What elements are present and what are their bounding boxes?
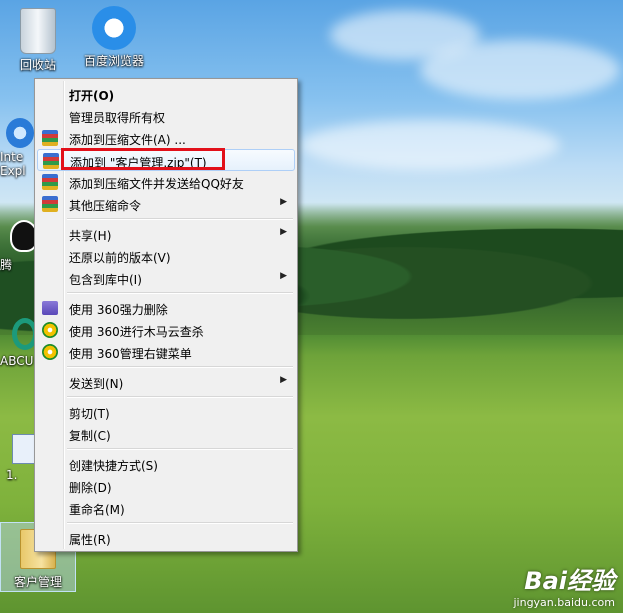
watermark-brand: Bai经验 xyxy=(524,567,615,595)
menu-item-label: 删除(D) xyxy=(69,481,112,495)
desktop-icon-label: 1. xyxy=(6,468,18,482)
360-icon xyxy=(42,344,58,360)
desktop-icon-ie[interactable]: Inte Expl xyxy=(0,118,34,178)
menu-separator xyxy=(67,366,293,368)
menu-item[interactable]: 还原以前的版本(V) xyxy=(37,245,295,267)
menu-separator xyxy=(67,448,293,450)
menu-item-label: 包含到库中(I) xyxy=(69,273,142,287)
desktop-icon-abc[interactable]: ABCU xyxy=(0,318,38,368)
desktop-icon-label: 腾 xyxy=(0,258,13,272)
menu-item[interactable]: 打开(O) xyxy=(37,83,295,105)
menu-item-label: 其他压缩命令 xyxy=(69,199,142,213)
recycle-bin-icon xyxy=(20,8,56,54)
menu-item-label: 使用 360强力删除 xyxy=(69,303,168,317)
menu-item[interactable]: 管理员取得所有权 xyxy=(37,105,295,127)
menu-item[interactable]: 添加到压缩文件并发送给QQ好友 xyxy=(37,171,295,193)
menu-item-label: 打开(O) xyxy=(69,89,115,103)
menu-item-label: 添加到压缩文件并发送给QQ好友 xyxy=(69,177,244,191)
360-icon xyxy=(42,322,58,338)
submenu-arrow-icon: ▶ xyxy=(280,227,287,237)
menu-item[interactable]: 其他压缩命令 ▶ xyxy=(37,193,295,215)
menu-item[interactable]: 属性(R) xyxy=(37,527,295,549)
menu-item[interactable]: 重命名(M) xyxy=(37,497,295,519)
watermark-url: jingyan.baidu.com xyxy=(513,596,615,609)
menu-item-label: 属性(R) xyxy=(69,533,111,547)
menu-item-label: 添加到压缩文件(A) ... xyxy=(69,133,186,147)
menu-item-label: 使用 360管理右键菜单 xyxy=(69,347,192,361)
submenu-arrow-icon: ▶ xyxy=(280,375,287,385)
menu-item-label: 创建快捷方式(S) xyxy=(69,459,158,473)
baidu-browser-icon xyxy=(92,6,136,50)
desktop-icon-baidu-browser[interactable]: 百度浏览器 xyxy=(78,6,150,69)
desktop-icon-file[interactable]: 1. xyxy=(6,434,36,482)
menu-item[interactable]: 创建快捷方式(S) xyxy=(37,453,295,475)
submenu-arrow-icon: ▶ xyxy=(280,271,287,281)
menu-item[interactable]: 使用 360强力删除 xyxy=(37,297,295,319)
menu-item-label: 还原以前的版本(V) xyxy=(69,251,171,265)
menu-item[interactable]: 剪切(T) xyxy=(37,401,295,423)
winrar-icon xyxy=(43,153,59,169)
desktop-icon-label: Inte Expl xyxy=(0,150,26,178)
desktop-icon-label: ABCU xyxy=(0,354,34,368)
desktop-icon-recycle-bin[interactable]: 回收站 xyxy=(2,8,74,73)
menu-item[interactable]: 包含到库中(I) ▶ xyxy=(37,267,295,289)
menu-separator xyxy=(67,522,293,524)
winrar-icon xyxy=(42,174,58,190)
menu-separator xyxy=(67,396,293,398)
ie-icon xyxy=(6,118,34,148)
menu-item[interactable]: 复制(C) xyxy=(37,423,295,445)
desktop-icon-label: 百度浏览器 xyxy=(83,54,144,68)
red-highlight-box xyxy=(61,148,225,170)
menu-item-label: 复制(C) xyxy=(69,429,111,443)
cloud xyxy=(300,120,560,170)
menu-item[interactable]: 共享(H) ▶ xyxy=(37,223,295,245)
desktop-icon-label: 回收站 xyxy=(19,58,56,72)
baidu-jingyan-watermark: Bai经验 jingyan.baidu.com xyxy=(513,561,615,609)
winrar-icon xyxy=(42,130,58,146)
submenu-arrow-icon: ▶ xyxy=(280,197,287,207)
menu-item[interactable]: 删除(D) xyxy=(37,475,295,497)
menu-separator xyxy=(67,292,293,294)
menu-item-label: 使用 360进行木马云查杀 xyxy=(69,325,204,339)
menu-item-label: 共享(H) xyxy=(69,229,112,243)
menu-item[interactable]: 使用 360进行木马云查杀 xyxy=(37,319,295,341)
menu-item-label: 发送到(N) xyxy=(69,377,124,391)
menu-separator xyxy=(67,218,293,220)
menu-item[interactable]: 添加到压缩文件(A) ... xyxy=(37,127,295,149)
menu-item-label: 管理员取得所有权 xyxy=(69,111,166,125)
menu-item-label: 剪切(T) xyxy=(69,407,110,421)
menu-item[interactable]: 使用 360管理右键菜单 xyxy=(37,341,295,363)
cloud xyxy=(420,40,620,100)
desktop-icon-label: 客户管理 xyxy=(13,575,62,589)
shredder-icon xyxy=(42,300,58,316)
menu-item[interactable]: 发送到(N) ▶ xyxy=(37,371,295,393)
desktop-icon-qq[interactable]: 腾 xyxy=(0,220,38,273)
menu-item-label: 重命名(M) xyxy=(69,503,125,517)
winrar-icon xyxy=(42,196,58,212)
file-icon xyxy=(12,434,36,464)
